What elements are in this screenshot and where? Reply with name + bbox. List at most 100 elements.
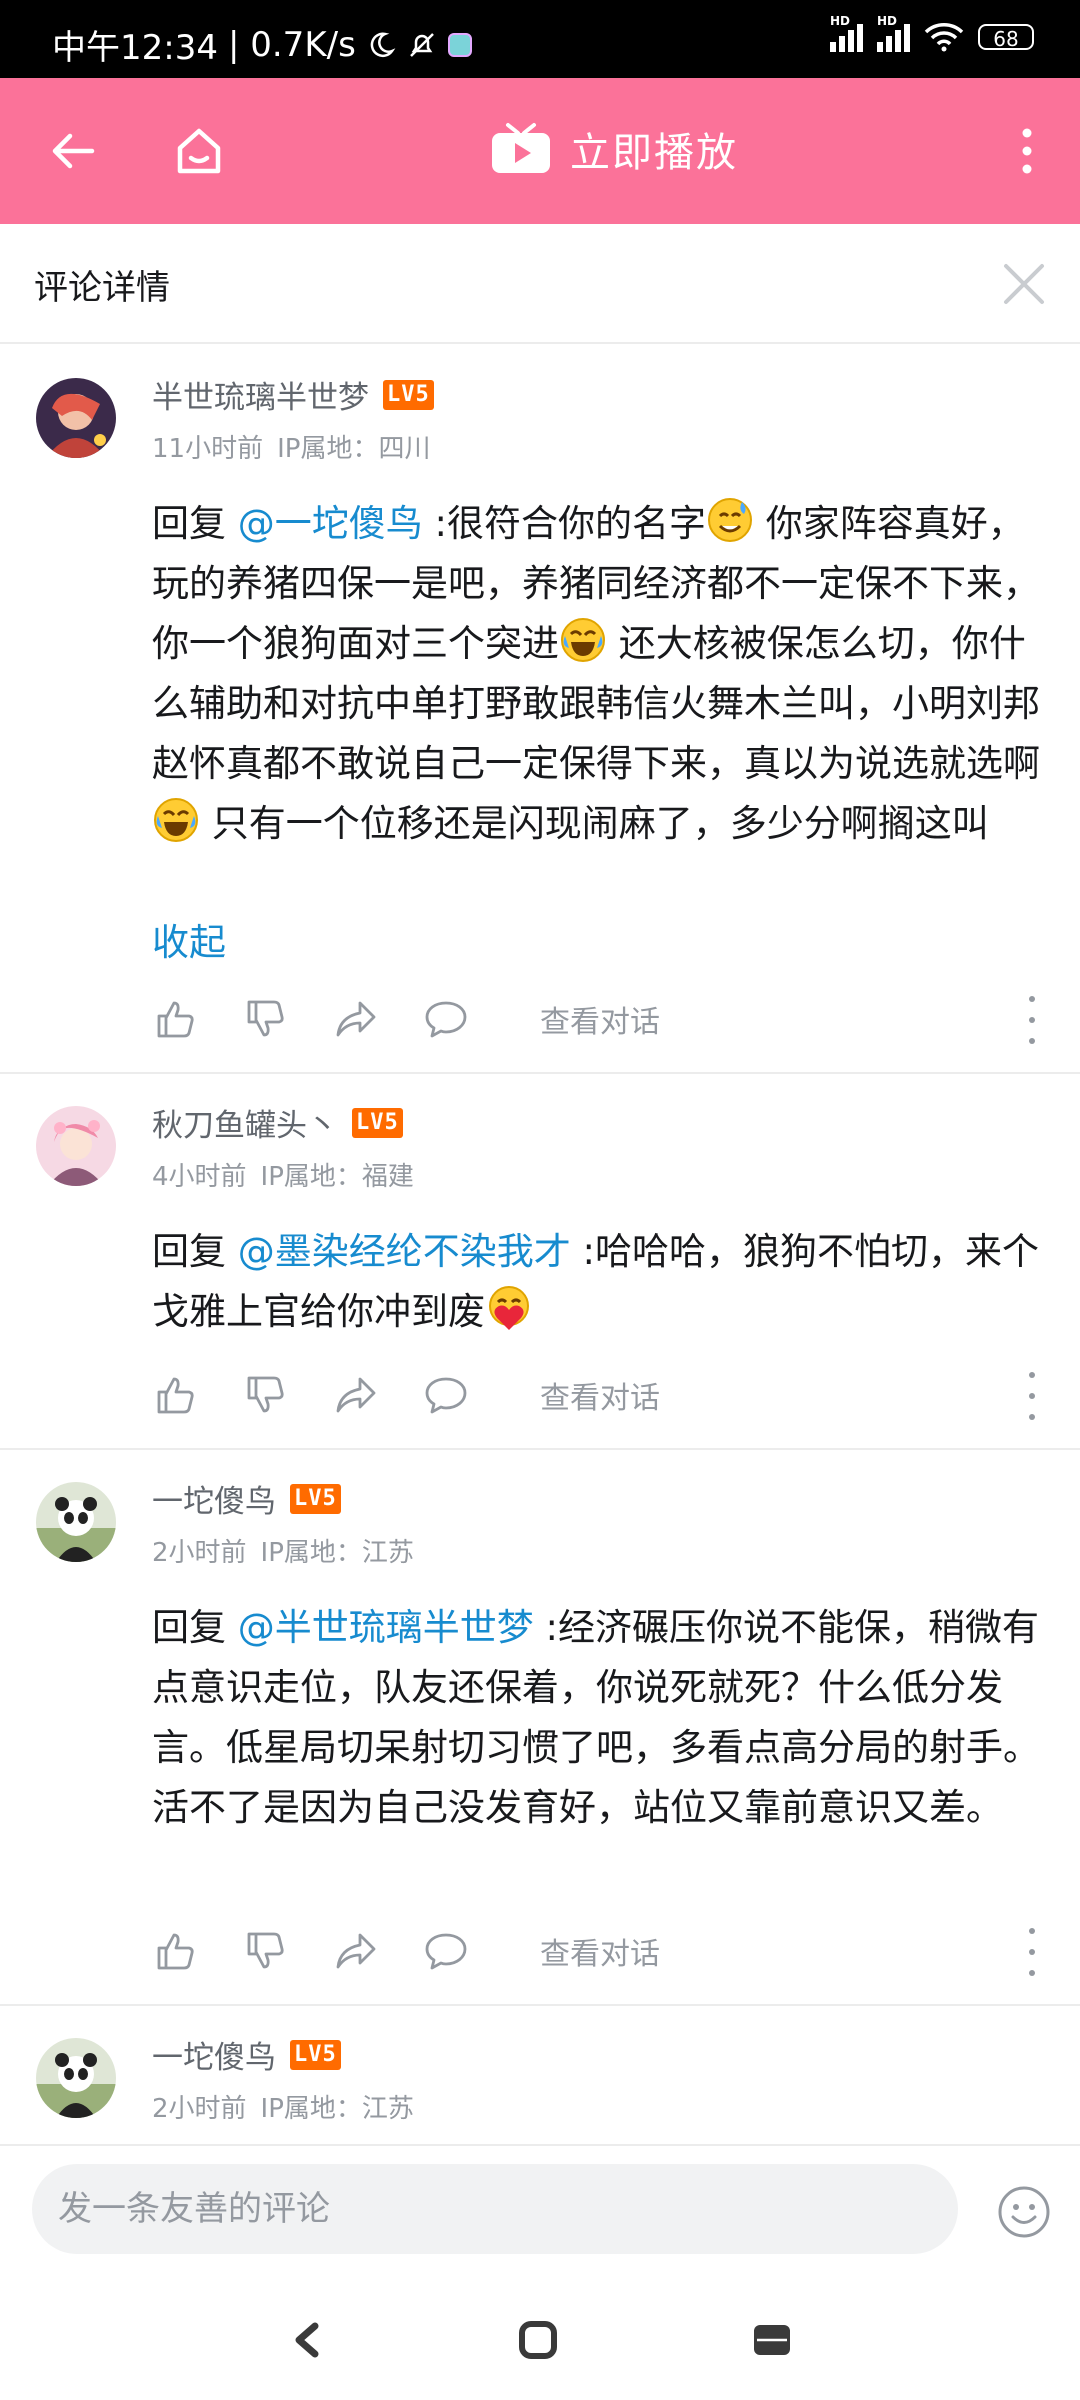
home-button[interactable] <box>164 116 234 186</box>
level-badge: LV5 <box>383 379 434 410</box>
thumb-up-icon <box>157 1933 194 1970</box>
comment-list[interactable]: 半世琉璃半世梦 LV5 11小时前 IP属地：四川 回复 @一坨傻鸟 :很符合你的… <box>0 346 1080 2144</box>
mention-link[interactable]: @一坨傻鸟 <box>238 502 423 545</box>
nav-recents-icon <box>754 2325 790 2355</box>
back-button[interactable] <box>38 116 108 186</box>
comment-time: 2小时前 <box>152 1538 247 1568</box>
view-conversation-link[interactable]: 查看对话 <box>540 997 660 1041</box>
comment-time: 11小时前 <box>152 434 264 464</box>
view-conversation-link[interactable]: 查看对话 <box>540 1929 660 1973</box>
level-badge: LV5 <box>290 2039 341 2070</box>
comment-segment: :很符合你的名字 <box>422 502 706 545</box>
thumb-down-icon <box>247 1932 284 1969</box>
like-button[interactable] <box>152 995 200 1043</box>
ip-location: IP属地：江苏 <box>260 1538 414 1568</box>
nav-home-button[interactable] <box>508 2310 568 2370</box>
comment-item: 一坨傻鸟 LV5 2小时前 IP属地：江苏 回复 @半世琉璃半世梦 :经济碾压你说… <box>0 1450 1080 2006</box>
level-badge: LV5 <box>290 1483 341 1514</box>
reply-button[interactable] <box>422 1927 470 1975</box>
top-app-bar: 立即播放 <box>0 78 1080 224</box>
share-button[interactable] <box>332 995 380 1043</box>
comment-more-button[interactable] <box>1022 1372 1042 1420</box>
username[interactable]: 一坨傻鸟 <box>152 2032 276 2077</box>
reply-prefix: 回复 <box>152 1606 238 1649</box>
share-icon <box>336 1001 376 1037</box>
page-title: 评论详情 <box>34 268 170 308</box>
share-button[interactable] <box>332 1927 380 1975</box>
dislike-button[interactable] <box>242 995 290 1043</box>
level-badge: LV5 <box>352 1107 403 1138</box>
app-notification-icon <box>447 32 472 57</box>
comment-input[interactable] <box>32 2164 958 2254</box>
avatar[interactable] <box>36 1482 116 1562</box>
ip-location: IP属地：福建 <box>260 1162 414 1192</box>
reply-prefix: 回复 <box>152 1230 238 1273</box>
avatar[interactable] <box>36 2038 116 2118</box>
tears-of-joy-emoji-icon <box>561 618 605 662</box>
status-time: 中午12:34 <box>52 28 218 68</box>
ip-location: IP属地：江苏 <box>260 2094 414 2124</box>
ip-location: IP属地：四川 <box>277 434 431 464</box>
dislike-button[interactable] <box>242 1927 290 1975</box>
thumb-down-icon <box>247 1000 284 1037</box>
moon-icon <box>370 32 396 57</box>
mention-link[interactable]: @墨染经纶不染我才 <box>238 1230 571 1273</box>
view-conversation-link[interactable]: 查看对话 <box>540 1373 660 1417</box>
comment-item: 一坨傻鸟 LV5 2小时前 IP属地：江苏 <box>0 2006 1080 2144</box>
comment-bubble-icon <box>425 1377 467 1414</box>
back-arrow-icon <box>52 133 95 169</box>
reply-button[interactable] <box>422 995 470 1043</box>
system-nav-bar <box>0 2274 1080 2400</box>
battery-indicator: 68 <box>978 24 1034 51</box>
comment-actions: 查看对话 <box>152 994 1042 1044</box>
share-icon <box>336 1377 376 1413</box>
status-bar: 中午12:34 | 0.7K/s HD HD 68 <box>0 0 1080 78</box>
signal-icon-2: HD <box>877 14 910 52</box>
more-menu-button[interactable] <box>992 116 1062 186</box>
avatar[interactable] <box>36 1106 116 1186</box>
comment-item: 秋刀鱼罐头丶 LV5 4小时前 IP属地：福建 回复 @墨染经纶不染我才 :哈哈哈… <box>0 1074 1080 1450</box>
emoji-picker-icon[interactable] <box>996 2184 1052 2240</box>
nav-back-icon <box>295 2322 319 2358</box>
play-now-button[interactable]: 立即播放 <box>490 120 738 178</box>
like-button[interactable] <box>152 1927 200 1975</box>
comment-more-button[interactable] <box>1022 1928 1042 1976</box>
nav-back-button[interactable] <box>278 2310 338 2370</box>
tears-of-joy-emoji-icon <box>154 798 198 842</box>
heart-hug-emoji-icon <box>489 1286 529 1330</box>
tv-play-icon <box>492 123 550 173</box>
collapse-link[interactable]: 收起 <box>152 912 226 966</box>
comment-actions: 查看对话 <box>152 1926 1042 1976</box>
comment-time: 4小时前 <box>152 1162 247 1192</box>
play-now-label: 立即播放 <box>570 130 738 176</box>
mention-link[interactable]: @半世琉璃半世梦 <box>238 1606 534 1649</box>
thumb-up-icon <box>157 1001 194 1038</box>
comment-item: 半世琉璃半世梦 LV5 11小时前 IP属地：四川 回复 @一坨傻鸟 :很符合你的… <box>0 346 1080 1074</box>
home-icon <box>177 128 221 174</box>
like-button[interactable] <box>152 1371 200 1419</box>
comment-text: 回复 @墨染经纶不染我才 :哈哈哈，狼狗不怕切，来个戈雅上官给你冲到废 <box>152 1222 1042 1342</box>
avatar[interactable] <box>36 378 116 458</box>
username[interactable]: 半世琉璃半世梦 <box>152 372 369 417</box>
comment-time: 2小时前 <box>152 2094 247 2124</box>
sweat-smile-emoji-icon <box>708 498 752 542</box>
nav-home-icon <box>519 2321 557 2359</box>
nav-recents-button[interactable] <box>742 2310 802 2370</box>
reply-button[interactable] <box>422 1371 470 1419</box>
comment-detail-header: 评论详情 <box>0 224 1080 344</box>
comment-text: 回复 @半世琉璃半世梦 :经济碾压你说不能保，稍微有点意识走位，队友还保着，你说… <box>152 1598 1042 1838</box>
reply-prefix: 回复 <box>152 502 238 545</box>
wifi-icon <box>924 23 964 52</box>
share-icon <box>336 1933 376 1969</box>
share-button[interactable] <box>332 1371 380 1419</box>
comment-segment: 只有一个位移还是闪现闹麻了，多少分啊搁这叫 <box>200 802 989 845</box>
comment-bubble-icon <box>425 1933 467 1970</box>
close-icon[interactable] <box>994 254 1054 314</box>
dislike-button[interactable] <box>242 1371 290 1419</box>
mute-bell-icon <box>409 32 434 57</box>
username[interactable]: 一坨傻鸟 <box>152 1476 276 1521</box>
comment-more-button[interactable] <box>1022 996 1042 1044</box>
username[interactable]: 秋刀鱼罐头丶 <box>152 1100 338 1145</box>
signal-icon: HD <box>830 14 863 52</box>
comment-text: 回复 @一坨傻鸟 :很符合你的名字 你家阵容真好，玩的养猪四保一是吧，养猪同经济… <box>152 494 1042 854</box>
